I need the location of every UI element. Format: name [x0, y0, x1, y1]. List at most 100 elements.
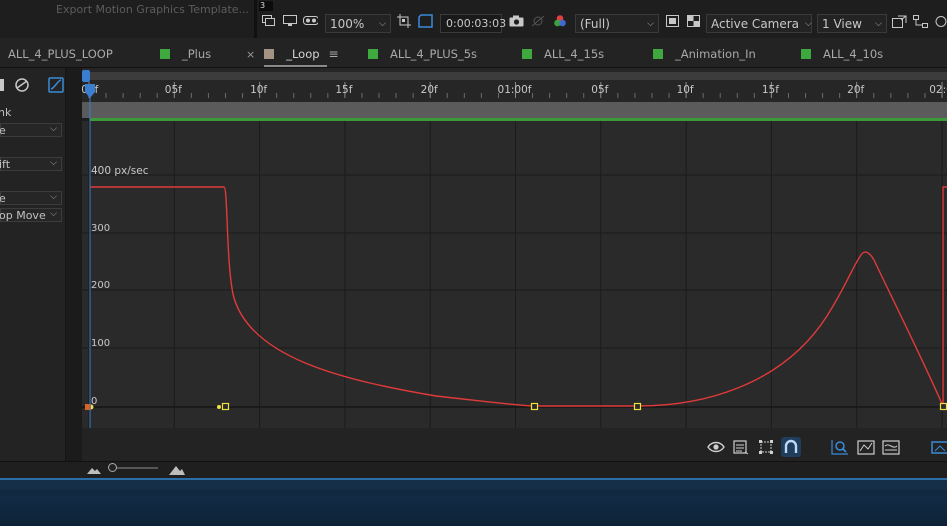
tab-loop[interactable]: × _Loop ≡ — [246, 45, 339, 67]
tab-label: ALL_4_PLUS_5s — [390, 47, 478, 61]
timeline-zoom-knob[interactable] — [108, 463, 117, 472]
ruler-tick-label: 01:00f — [498, 84, 532, 96]
blend-mode-dropdown[interactable]: e⌵ — [0, 123, 62, 137]
tab-label: ALL_4_PLUS_LOOP — [8, 47, 113, 61]
mode-dropdown[interactable]: e⌵ — [0, 191, 62, 205]
view-layout-dropdown[interactable]: 1 View ⌵ — [817, 14, 887, 33]
tab-label: ALL_4_15s — [544, 47, 605, 61]
monitor-icon[interactable] — [282, 14, 297, 28]
y-tick-label: 300 — [91, 223, 110, 234]
tab-all-4-plus-5s[interactable]: ALL_4_PLUS_5s — [368, 45, 477, 63]
chevron-down-icon: ⌵ — [50, 124, 57, 134]
chevron-down-icon: ⌵ — [875, 18, 882, 29]
tab-all-4-plus-loop[interactable]: ALL_4_PLUS_LOOP — [8, 45, 113, 63]
resolution-dropdown[interactable]: (Full) ⌵ — [575, 14, 659, 33]
close-icon[interactable]: × — [246, 48, 255, 61]
show-snapshot-icon[interactable] — [531, 14, 546, 28]
keyframe[interactable] — [939, 402, 947, 411]
vr-goggles-icon[interactable] — [303, 14, 318, 28]
region-of-interest-icon[interactable] — [396, 14, 411, 28]
y-tick-label: 200 — [91, 280, 110, 291]
zoom-in-mountain-icon[interactable] — [168, 464, 186, 476]
composition-icon[interactable] — [930, 437, 947, 457]
panel-gutter — [66, 68, 82, 461]
view-layout-value: 1 View — [822, 16, 862, 31]
chevron-down-icon: ⌵ — [50, 209, 57, 219]
timeline-footer — [0, 461, 947, 478]
mini-input-field[interactable]: 3 — [259, 1, 273, 11]
composition-tab-bar: ALL_4_PLUS_LOOP _Plus × _Loop ≡ ALL_4_PL… — [0, 38, 947, 68]
keyframe[interactable] — [530, 402, 539, 411]
timeline-switch-icons — [0, 76, 65, 94]
tab-label: _Plus — [182, 47, 212, 61]
graph-background — [82, 121, 947, 428]
timeline-layer-panel: nk e⌵ ift⌵ e⌵ op Move⌵ — [0, 68, 66, 461]
label-color-swatch — [160, 49, 170, 59]
speed-graph[interactable]: :00f05f10f15f20f01:00f05f10f15f20f02:0 3… — [82, 68, 947, 461]
tab-all-4-15s[interactable]: ALL_4_15s — [522, 45, 604, 63]
ruler-tick-label: 15f — [335, 84, 352, 96]
viewer-top-area: Export Motion Graphics Template... 3 100… — [0, 0, 947, 38]
fit-all-icon[interactable] — [856, 437, 876, 457]
chevron-down-icon: ⌵ — [50, 158, 57, 168]
parent-dropdown[interactable]: op Move ⌵ — [0, 208, 62, 222]
y-tick-label: 100 — [91, 338, 110, 349]
zoom-out-mountain-icon[interactable] — [86, 465, 102, 475]
toggle-transparency-grid-icon[interactable] — [686, 14, 701, 28]
flowchart-icon[interactable] — [913, 14, 928, 28]
snap-icon[interactable] — [781, 437, 801, 457]
label-color-swatch — [368, 49, 378, 59]
label-color-swatch — [653, 49, 663, 59]
desktop-background-band — [0, 480, 947, 490]
tab-label: ALL_4_10s — [823, 47, 884, 61]
fast-previews-icon[interactable] — [665, 14, 680, 28]
keyframe[interactable] — [633, 402, 642, 411]
fit-selection-icon[interactable] — [830, 437, 850, 457]
ruler-tick-label: 05f — [591, 84, 608, 96]
keyframe-handle[interactable] — [217, 405, 221, 409]
transform-box-icon[interactable] — [756, 437, 776, 457]
label-color-swatch — [264, 49, 275, 59]
zoom-value: 100% — [330, 16, 365, 31]
ruler-tick-label: 10f — [677, 84, 694, 96]
chevron-down-icon: ⌵ — [379, 18, 386, 29]
chevron-down-icon: ⌵ — [50, 192, 57, 202]
zoom-dropdown[interactable]: 100% ⌵ — [325, 14, 391, 33]
camera-view-value: Active Camera — [711, 16, 800, 31]
tab-label: _Loop — [286, 47, 320, 61]
ruler-tick-label: 15f — [762, 84, 779, 96]
snapshot-camera-icon[interactable] — [509, 14, 524, 28]
ruler-tick-label: 10f — [250, 84, 267, 96]
always-preview-icon[interactable] — [261, 14, 276, 28]
ruler-labels: :00f05f10f15f20f01:00f05f10f15f20f02:0 — [82, 84, 947, 96]
tab-label: _Animation_In — [675, 47, 756, 61]
edit-ease-icon[interactable] — [881, 437, 901, 457]
current-time-field[interactable]: 0:00:03:03 — [440, 14, 506, 33]
chevron-down-icon: ⌵ — [647, 18, 654, 29]
eye-icon[interactable] — [706, 437, 726, 457]
ruler-tick-label: 20f — [847, 84, 864, 96]
camera-view-dropdown[interactable]: Active Camera ⌵ — [706, 14, 812, 33]
reset-exposure-icon[interactable] — [933, 14, 947, 28]
keyframe[interactable] — [221, 402, 230, 411]
tab-plus[interactable]: _Plus — [160, 45, 211, 63]
label-color-swatch — [801, 49, 811, 59]
label-color-swatch — [522, 49, 532, 59]
color-channels-icon[interactable] — [552, 14, 567, 28]
ruler-tick-label: 05f — [165, 84, 182, 96]
resolution-value: (Full) — [580, 16, 610, 31]
ruler-tick-label: 20f — [421, 84, 438, 96]
export-motion-graphics-template-title: Export Motion Graphics Template... — [56, 3, 250, 16]
graph-editor-toolbar — [82, 428, 947, 461]
toggle-pixel-aspect-icon[interactable] — [892, 14, 907, 28]
timeline-zoom-slider[interactable] — [110, 467, 158, 469]
graph-unit-label: 400 px/sec — [91, 165, 149, 177]
effect-dropdown[interactable]: ift ⌵ — [0, 157, 62, 171]
ruler-tick-label: 02:0 — [929, 84, 947, 96]
hamburger-menu-icon[interactable]: ≡ — [329, 47, 339, 61]
layer-property-label: nk — [0, 106, 12, 119]
graph-type-icon[interactable] — [731, 437, 751, 457]
transparency-grid-icon[interactable] — [418, 14, 433, 28]
tab-animation-in[interactable]: _Animation_In — [653, 45, 756, 63]
tab-all-4-10s[interactable]: ALL_4_10s — [801, 45, 883, 63]
